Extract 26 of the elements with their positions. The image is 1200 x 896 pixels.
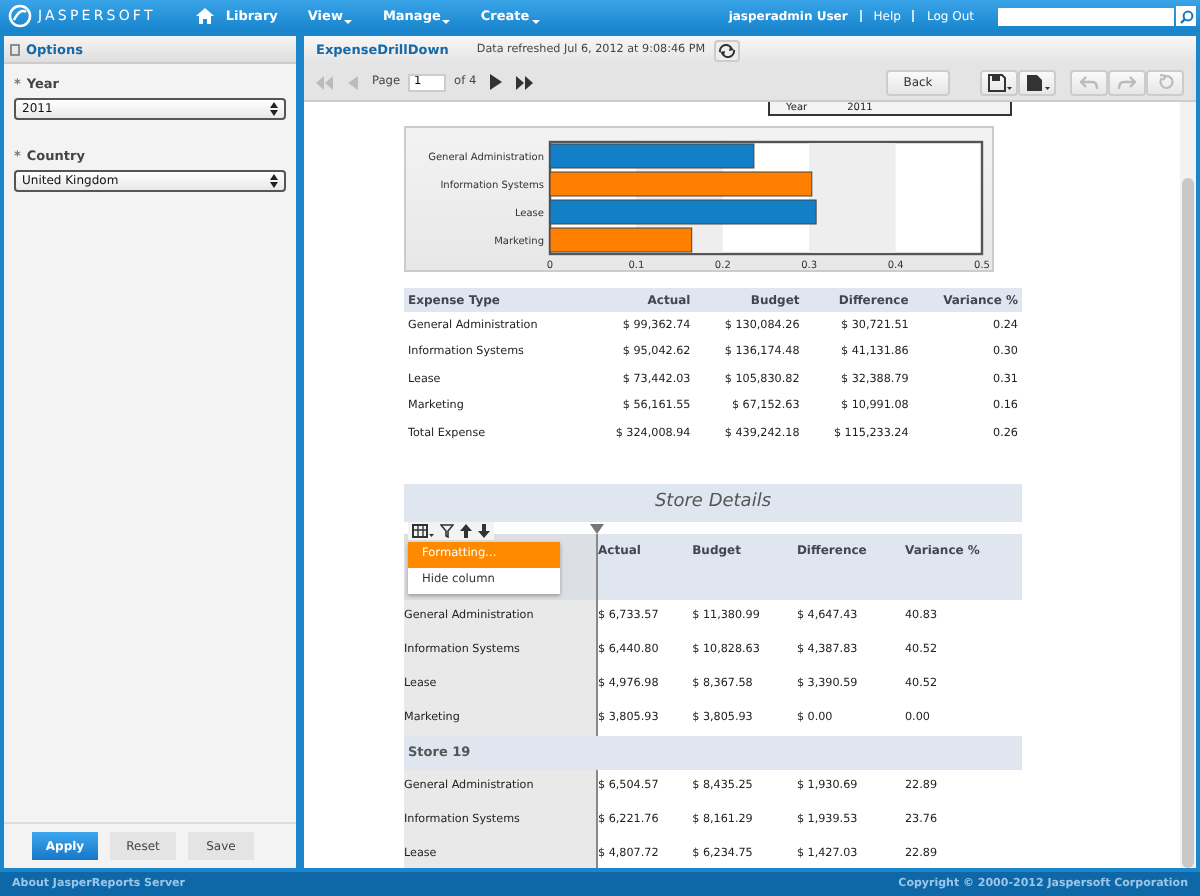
- export-button[interactable]: [1018, 69, 1056, 95]
- search-button[interactable]: [1176, 6, 1196, 26]
- filter-icon[interactable]: [440, 523, 454, 537]
- column-menu-icon[interactable]: [412, 523, 434, 537]
- logo-swirl-icon: [8, 4, 32, 28]
- scrollbar-thumb[interactable]: [1182, 178, 1194, 868]
- search-field[interactable]: [998, 7, 1174, 25]
- redo-icon: [1118, 75, 1136, 89]
- select-arrows-icon: [270, 102, 278, 116]
- last-page-icon[interactable]: [516, 75, 535, 89]
- group-header-cell: [905, 735, 1021, 769]
- select-arrows-icon: [270, 174, 278, 188]
- grid-band: [809, 143, 896, 253]
- sort-descending-icon[interactable]: [478, 523, 490, 537]
- section-title: Store Details: [654, 492, 772, 512]
- save-icon: [987, 73, 1011, 91]
- refresh-button[interactable]: [713, 39, 740, 61]
- next-page-icon[interactable]: [490, 74, 503, 90]
- home-icon[interactable]: [195, 8, 214, 24]
- undo-icon: [1080, 75, 1098, 89]
- reset-icon: [1157, 74, 1173, 90]
- sort-ascending-icon[interactable]: [460, 523, 472, 537]
- collapse-icon[interactable]: [10, 43, 20, 55]
- save-button[interactable]: [980, 69, 1018, 95]
- scrollbar[interactable]: [1180, 102, 1196, 868]
- export-icon: [1025, 73, 1049, 91]
